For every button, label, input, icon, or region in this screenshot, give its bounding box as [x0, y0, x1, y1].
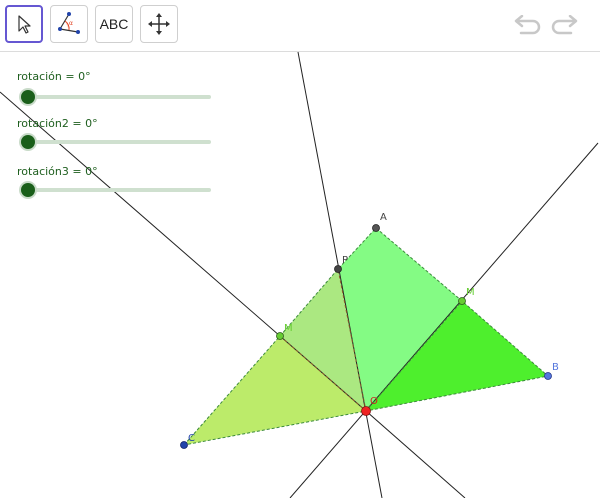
label-p: P	[342, 255, 348, 266]
undo-icon	[514, 15, 541, 35]
label-a: A	[380, 212, 387, 223]
point-p[interactable]	[334, 265, 342, 273]
point-a[interactable]	[372, 224, 380, 232]
label-o: O	[370, 396, 378, 407]
move-tool-button[interactable]	[5, 5, 43, 43]
cursor-arrow-icon	[18, 15, 31, 34]
label-b: B	[552, 362, 559, 373]
slider-knob-rotacion3[interactable]	[21, 183, 35, 197]
angle-tool-button[interactable]: α	[50, 5, 88, 43]
redo-icon	[551, 15, 578, 35]
slider-track-rotacion2[interactable]	[28, 140, 211, 144]
angle-tool-icon: α	[58, 12, 80, 34]
slider-track-rotacion[interactable]	[28, 95, 211, 99]
label-c: C	[188, 433, 195, 444]
move-view-tool-button[interactable]	[140, 5, 178, 43]
undo-button[interactable]	[512, 12, 542, 40]
slider-label-rotacion2: rotación2 = 0°	[17, 117, 98, 130]
slider-label-rotacion3: rotación3 = 0°	[17, 165, 98, 178]
point-m[interactable]	[276, 332, 284, 340]
text-tool-button[interactable]: ABC	[95, 5, 133, 43]
label-m: M	[284, 323, 293, 334]
label-m2: M	[466, 287, 475, 298]
svg-text:α: α	[69, 20, 73, 27]
toolbar: α ABC	[0, 0, 600, 52]
line-from-o[interactable]	[365, 410, 466, 498]
point-c[interactable]	[180, 441, 188, 449]
slider-label-rotacion: rotación = 0°	[17, 70, 91, 83]
slider-knob-rotacion2[interactable]	[21, 135, 35, 149]
slider-track-rotacion3[interactable]	[28, 188, 211, 192]
redo-button[interactable]	[550, 12, 580, 40]
slider-knob-rotacion[interactable]	[21, 90, 35, 104]
point-m2[interactable]	[458, 297, 466, 305]
point-o[interactable]	[361, 406, 371, 416]
text-tool-icon: ABC	[99, 16, 129, 32]
point-b[interactable]	[544, 372, 552, 380]
move-view-icon	[148, 13, 170, 35]
